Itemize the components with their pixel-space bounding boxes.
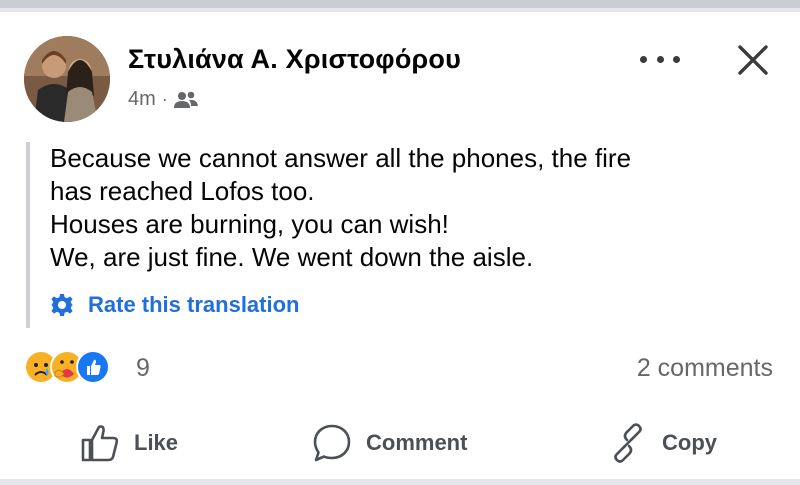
post-meta: 4m ·	[128, 88, 198, 111]
reaction-icons[interactable]	[24, 350, 110, 384]
link-icon	[614, 423, 642, 463]
meta-separator: ·	[161, 89, 168, 109]
comment-button[interactable]: Comment	[312, 418, 467, 468]
copy-button[interactable]: Copy	[608, 418, 717, 468]
comment-bubble-icon	[313, 424, 351, 462]
avatar[interactable]	[24, 36, 110, 122]
rate-translation-link[interactable]: Rate this translation	[50, 292, 299, 318]
post-actions: Like Comment Copy	[0, 418, 800, 468]
reaction-count[interactable]: 9	[136, 354, 150, 383]
author-name[interactable]: Στυλιάνα Α. Χριστοφόρου	[128, 44, 461, 75]
post-text-line: Because we cannot answer all the phones,…	[50, 143, 632, 173]
post-text-line: We, are just fine. We went down the aisl…	[50, 242, 534, 272]
dot	[656, 55, 664, 63]
close-icon[interactable]	[733, 40, 773, 80]
bottom-divider	[0, 479, 800, 485]
friends-icon	[173, 91, 198, 108]
like-button[interactable]: Like	[80, 418, 178, 468]
rate-translation-label: Rate this translation	[88, 292, 300, 317]
thumbs-up-icon	[81, 425, 119, 462]
top-strip	[0, 0, 800, 12]
post-time[interactable]: 4m	[128, 88, 156, 111]
like-label: Like	[134, 430, 179, 455]
post-text-line: Houses are burning, you can wish!	[50, 209, 449, 239]
gear-icon	[51, 294, 73, 316]
dot	[640, 55, 647, 63]
copy-label: Copy	[662, 430, 717, 455]
post-text: Because we cannot answer all the phones,…	[50, 142, 780, 274]
post-text-line: has reached Lofos too.	[50, 176, 315, 206]
comment-label: Comment	[366, 430, 468, 455]
more-options-icon[interactable]	[640, 48, 680, 70]
comments-count[interactable]: 2 comments	[637, 354, 773, 383]
like-reaction-icon	[76, 350, 110, 384]
dot	[673, 55, 680, 63]
translation-quote-bar	[26, 142, 30, 328]
